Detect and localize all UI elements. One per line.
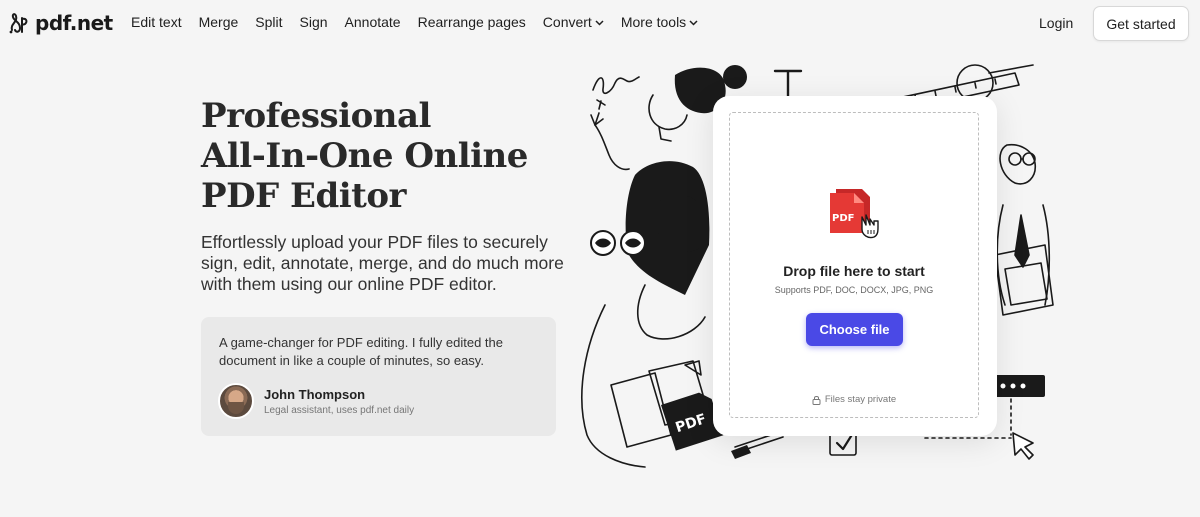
lock-icon bbox=[812, 395, 821, 405]
privacy-note: Files stay private bbox=[713, 394, 995, 405]
chevron-down-icon bbox=[595, 20, 604, 26]
nav-item-more-tools[interactable]: More tools bbox=[621, 14, 698, 30]
nav-label: Edit text bbox=[131, 14, 182, 30]
supported-formats: Supports PDF, DOC, DOCX, JPG, PNG bbox=[774, 285, 934, 295]
nav-label: More tools bbox=[620, 14, 687, 30]
logo-icon bbox=[9, 13, 28, 34]
nav-item-merge[interactable]: Merge bbox=[199, 14, 239, 30]
avatar bbox=[218, 383, 254, 419]
drop-zone-title: Drop file here to start bbox=[783, 263, 925, 279]
pdf-icon-label: PDF bbox=[832, 213, 854, 224]
testimonial-quote: A game-changer for PDF editing. I fully … bbox=[219, 335, 503, 368]
brand-logo[interactable]: pdf.net bbox=[8, 10, 113, 36]
nav-item-rearrange-pages[interactable]: Rearrange pages bbox=[418, 14, 526, 30]
main-menu: Edit text Merge Split Sign Annotate Rear… bbox=[131, 14, 715, 30]
nav-item-convert[interactable]: Convert bbox=[543, 14, 604, 30]
nav-label: Convert bbox=[542, 14, 592, 30]
hero-title-line: PDF Editor bbox=[201, 176, 406, 216]
hero-title-line: Professional bbox=[201, 96, 431, 136]
upload-card: PDF Drop file here to start Supports PDF… bbox=[713, 96, 997, 436]
nav-item-annotate[interactable]: Annotate bbox=[345, 14, 401, 30]
hero-title: Professional All-In-One Online PDF Edito… bbox=[201, 96, 561, 216]
chevron-down-icon bbox=[689, 20, 698, 26]
nav-item-sign[interactable]: Sign bbox=[300, 14, 328, 30]
nav-label: Sign bbox=[299, 14, 328, 30]
nav-label: Merge bbox=[198, 14, 239, 30]
testimonial-card: A game-changer for PDF editing. I fully … bbox=[201, 317, 556, 436]
choose-file-button[interactable]: Choose file bbox=[806, 313, 903, 346]
get-started-button[interactable]: Get started bbox=[1093, 6, 1189, 41]
nav-label: Split bbox=[255, 14, 283, 30]
pdf-file-icon: PDF bbox=[830, 189, 879, 239]
login-link[interactable]: Login bbox=[1039, 15, 1073, 31]
nav-label: Rearrange pages bbox=[417, 14, 526, 30]
testimonial-author-name: John Thompson bbox=[264, 387, 366, 402]
nav-label: Annotate bbox=[344, 14, 401, 30]
privacy-text: Files stay private bbox=[824, 394, 897, 405]
top-navbar: pdf.net Edit text Merge Split Sign Annot… bbox=[0, 0, 1200, 46]
nav-item-split[interactable]: Split bbox=[255, 14, 282, 30]
hero-subtitle: Effortlessly upload your PDF files to se… bbox=[201, 232, 564, 294]
hero-title-line: All-In-One Online bbox=[201, 136, 528, 176]
nav-item-edit-text[interactable]: Edit text bbox=[131, 14, 182, 30]
testimonial-author-role: Legal assistant, uses pdf.net daily bbox=[264, 405, 415, 416]
brand-name: pdf.net bbox=[35, 11, 113, 35]
